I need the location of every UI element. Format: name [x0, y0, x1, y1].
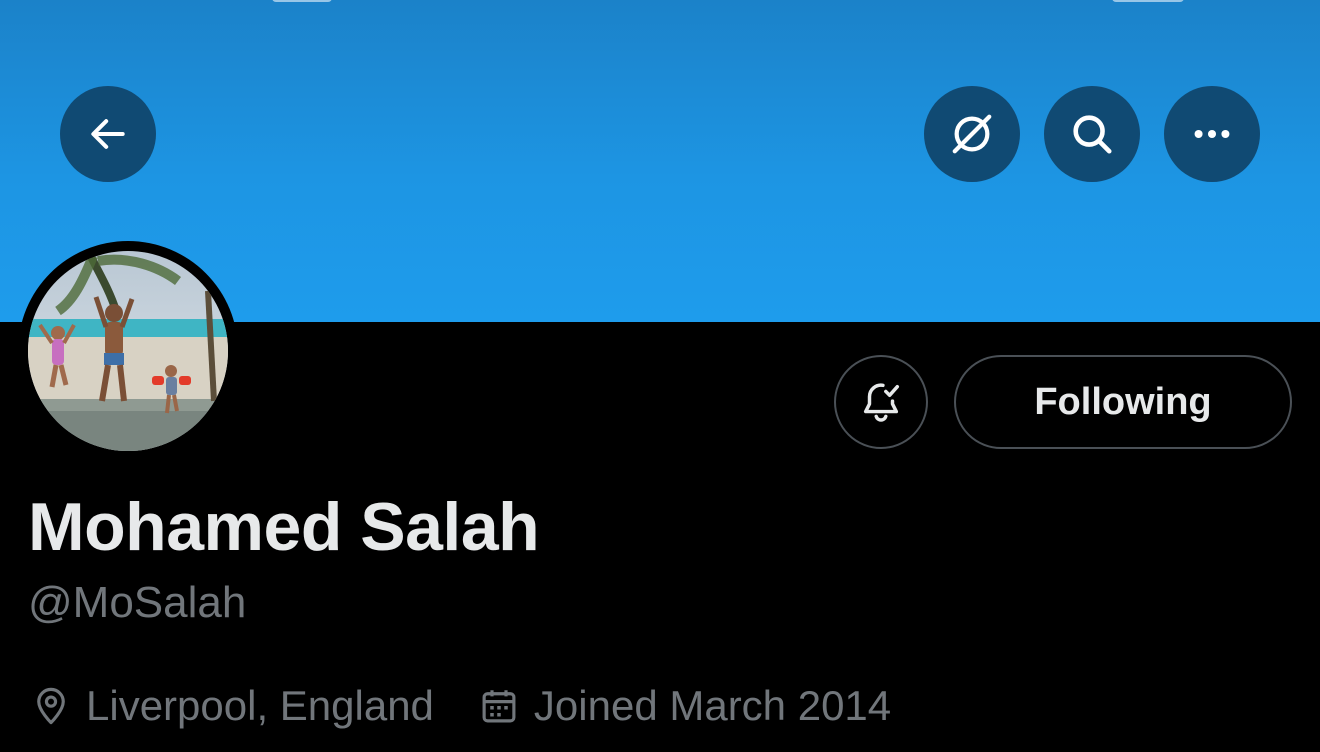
search-icon	[1073, 115, 1112, 154]
joined-text: Joined March 2014	[533, 682, 892, 729]
profile-page: Following Mohamed Salah @MoSalah Liverpo…	[0, 0, 1320, 752]
search-button[interactable]	[1044, 86, 1140, 182]
profile-meta: Liverpool, England Joined March 2014	[30, 680, 891, 732]
status-bar-remnant	[1112, 0, 1184, 2]
profile-display-name: Mohamed Salah	[28, 489, 540, 565]
bell-check-icon	[863, 383, 900, 422]
location-text: Liverpool, England	[86, 682, 434, 729]
location-pin-icon	[37, 687, 65, 725]
circle-slash-icon	[952, 114, 992, 154]
status-bar-remnant	[272, 0, 332, 2]
location-info: Liverpool, England	[30, 682, 434, 730]
notifications-button[interactable]	[834, 355, 928, 449]
arrow-left-icon	[91, 119, 125, 149]
following-button-label: Following	[1034, 380, 1212, 423]
calendar-icon	[482, 690, 516, 723]
back-button[interactable]	[60, 86, 156, 182]
more-button[interactable]	[1164, 86, 1260, 182]
avatar-photo	[28, 251, 228, 451]
avatar[interactable]	[18, 241, 238, 461]
more-horizontal-icon	[1194, 129, 1230, 139]
following-button[interactable]: Following	[954, 355, 1292, 449]
joined-info: Joined March 2014	[478, 682, 891, 730]
grok-button[interactable]	[924, 86, 1020, 182]
profile-handle: @MoSalah	[28, 578, 247, 627]
